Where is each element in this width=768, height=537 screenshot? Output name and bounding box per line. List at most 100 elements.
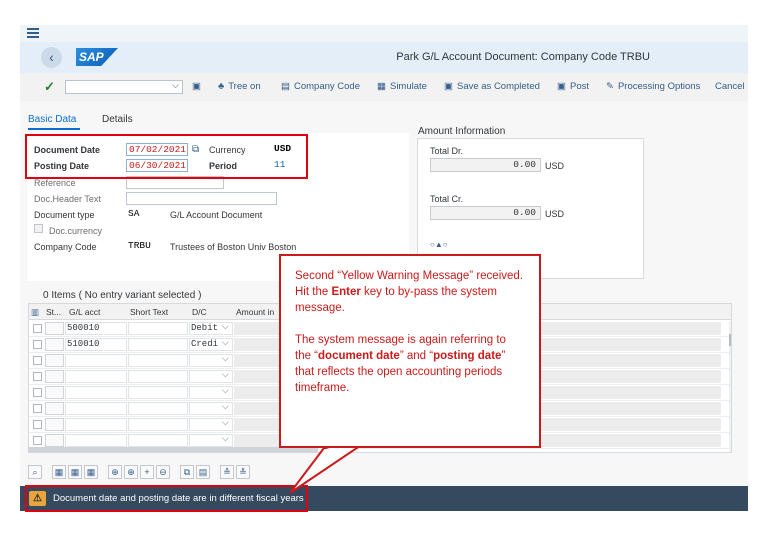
checkmark-icon[interactable]: ✓ [44, 79, 55, 95]
status-cell[interactable] [45, 402, 64, 415]
company-code-label: Company Code [34, 242, 97, 252]
save-as-completed-button[interactable]: ▣ Save as Completed [444, 81, 540, 92]
annotation-callout: Second “Yellow Warning Message” received… [279, 254, 541, 448]
row-select-checkbox[interactable] [33, 436, 42, 445]
column-header-amount[interactable]: Amount in [236, 307, 274, 317]
sap-logo: SAP [76, 48, 118, 66]
row-select-checkbox[interactable] [33, 404, 42, 413]
active-tab-indicator [28, 128, 80, 130]
short-text-cell[interactable] [128, 370, 188, 383]
row-select-checkbox[interactable] [33, 420, 42, 429]
processing-options-button[interactable]: ✎ Processing Options [606, 81, 700, 92]
tab-basic-data[interactable]: Basic Data [28, 114, 76, 125]
gl-acct-cell[interactable] [65, 354, 127, 367]
column-header-status[interactable]: St... [46, 307, 61, 317]
save-as-completed-label: Save as Completed [456, 81, 540, 92]
short-text-cell[interactable] [128, 338, 188, 351]
copy-row-icon[interactable]: + [140, 465, 154, 479]
short-text-cell[interactable] [128, 354, 188, 367]
chevron-down-icon[interactable]: ⌵ [222, 417, 229, 428]
gl-acct-cell[interactable]: 500010 [65, 322, 127, 335]
gl-acct-cell[interactable] [65, 386, 127, 399]
chevron-down-icon[interactable]: ⌵ [222, 369, 229, 380]
column-settings-icon[interactable]: ▥ [31, 307, 39, 318]
status-cell[interactable] [45, 386, 64, 399]
chevron-down-icon[interactable]: ⌵ [222, 385, 229, 396]
company-code-description: Trustees of Boston Univ Boston [170, 242, 297, 252]
reference-label: Reference [34, 178, 76, 188]
simulate-button[interactable]: ▦ Simulate [377, 81, 427, 92]
gl-acct-cell[interactable] [65, 434, 127, 447]
post-label: Post [569, 81, 589, 92]
row-select-checkbox[interactable] [33, 356, 42, 365]
short-text-cell[interactable] [128, 322, 188, 335]
row-select-checkbox[interactable] [33, 372, 42, 381]
doc-currency-checkbox[interactable] [34, 224, 43, 233]
traffic-light-icon: ○▲○ [430, 240, 448, 249]
chevron-down-icon[interactable]: ⌵ [222, 433, 229, 444]
callout-text: ” and “ [399, 350, 434, 362]
sort-ascending-icon[interactable]: ≙ [220, 465, 234, 479]
tree-on-button[interactable]: ♣ Tree on [218, 81, 261, 92]
amount-information-title: Amount Information [418, 126, 506, 137]
document-type-field[interactable]: SA [126, 208, 148, 221]
chevron-down-icon[interactable]: ⌵ [222, 353, 229, 364]
pencil-icon: ✎ [606, 81, 614, 92]
cancel-label: Cancel [715, 81, 745, 92]
delete-row-icon[interactable]: ⊖ [156, 465, 170, 479]
cancel-button[interactable]: Cancel [715, 81, 745, 92]
status-cell[interactable] [45, 434, 64, 447]
copy-icon[interactable]: ⧉ [180, 465, 194, 479]
column-header-short-text[interactable]: Short Text [130, 307, 168, 317]
status-cell[interactable] [45, 338, 64, 351]
company-code-button[interactable]: ▤ Company Code [281, 81, 360, 92]
chevron-down-icon: ⌵ [172, 80, 179, 90]
paste-icon[interactable]: ▤ [196, 465, 210, 479]
insert-row-icon[interactable]: ⊕ [108, 465, 122, 479]
simulate-label: Simulate [389, 81, 427, 92]
chevron-down-icon[interactable]: ⌵ [222, 401, 229, 412]
short-text-cell[interactable] [128, 402, 188, 415]
gl-acct-cell[interactable] [65, 418, 127, 431]
tab-details[interactable]: Details [102, 114, 133, 125]
short-text-cell[interactable] [128, 386, 188, 399]
row-select-checkbox[interactable] [33, 388, 42, 397]
status-cell[interactable] [45, 418, 64, 431]
gl-acct-cell[interactable]: 510010 [65, 338, 127, 351]
status-cell[interactable] [45, 354, 64, 367]
select-block-icon[interactable]: ▦ [68, 465, 82, 479]
select-all-icon[interactable]: ▦ [52, 465, 66, 479]
hamburger-menu-icon[interactable] [27, 28, 39, 38]
post-icon: ▣ [557, 81, 566, 92]
company-code-label: Company Code [293, 81, 360, 92]
horizontal-scrollbar[interactable] [28, 447, 318, 452]
chevron-down-icon[interactable]: ⌵ [222, 321, 229, 332]
sort-descending-icon[interactable]: ≚ [236, 465, 250, 479]
application-toolbar: ✓ ⌵ ▣ ♣ Tree on ▤ Company Code ▦ Simulate ▣… [20, 73, 748, 101]
save-icon[interactable]: ▣ [192, 81, 205, 92]
command-field[interactable]: ⌵ [65, 80, 183, 94]
row-select-checkbox[interactable] [33, 340, 42, 349]
deselect-icon[interactable]: ▦ [84, 465, 98, 479]
status-cell[interactable] [45, 322, 64, 335]
simulate-icon: ▦ [377, 81, 386, 92]
gl-acct-cell[interactable] [65, 402, 127, 415]
chevron-down-icon[interactable]: ⌵ [222, 337, 229, 348]
column-header-gl-acct[interactable]: G/L acct [69, 307, 100, 317]
highlight-dates-box [25, 134, 308, 179]
column-header-dc[interactable]: D/C [192, 307, 207, 317]
zoom-icon[interactable]: ⌕ [28, 465, 42, 479]
post-button[interactable]: ▣ Post [557, 81, 589, 92]
save-completed-icon: ▣ [444, 81, 453, 92]
short-text-cell[interactable] [128, 434, 188, 447]
short-text-cell[interactable] [128, 418, 188, 431]
row-select-checkbox[interactable] [33, 324, 42, 333]
status-cell[interactable] [45, 370, 64, 383]
company-code-field[interactable]: TRBU [126, 240, 156, 253]
back-arrow-icon[interactable]: ‹ [41, 47, 62, 68]
add-row-icon[interactable]: ⊕ [124, 465, 138, 479]
doc-header-text-field[interactable] [126, 192, 277, 205]
callout-emphasis: posting date [433, 350, 502, 362]
scrollbar-thumb[interactable] [729, 334, 731, 346]
gl-acct-cell[interactable] [65, 370, 127, 383]
